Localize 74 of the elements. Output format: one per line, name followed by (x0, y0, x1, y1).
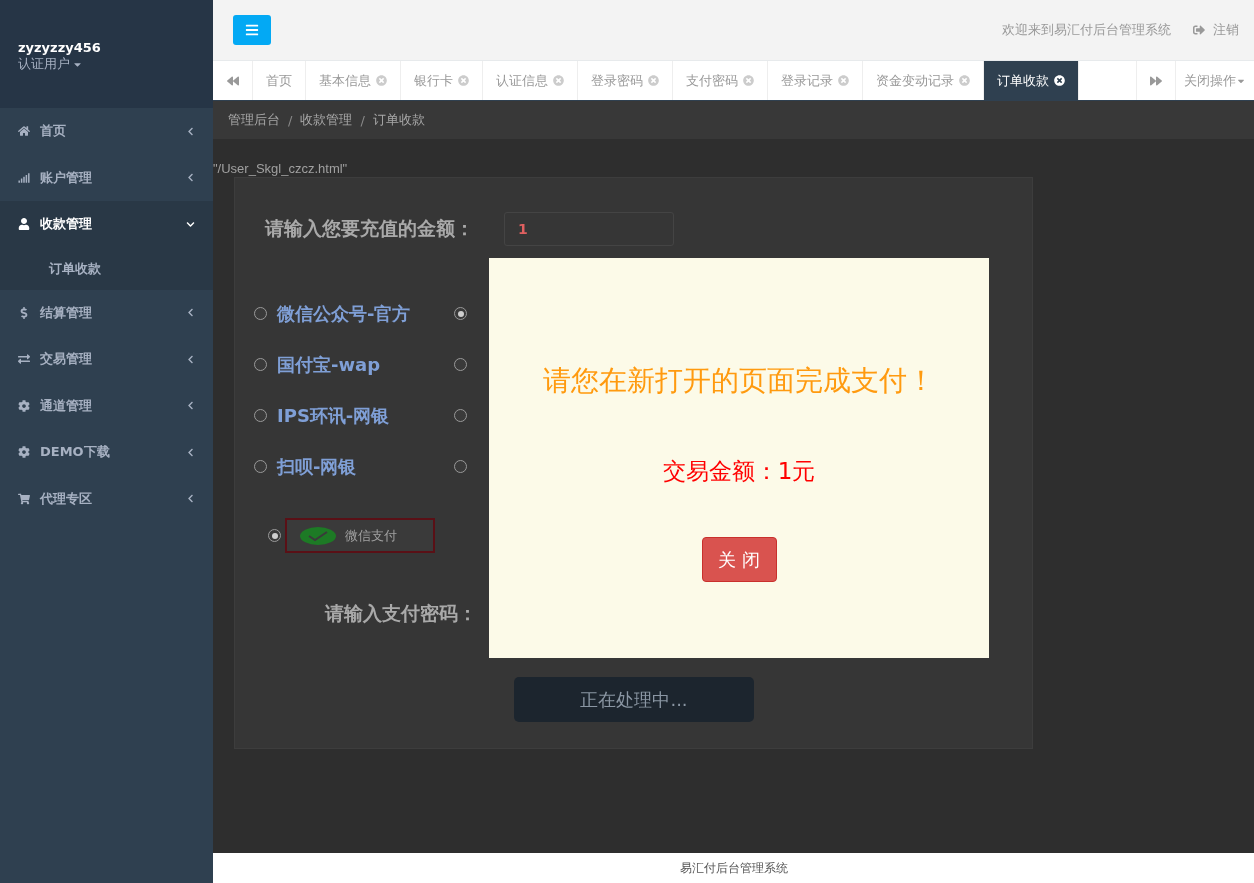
chevron-icon (186, 173, 195, 183)
radio-button[interactable] (254, 409, 267, 422)
scroll-right-button[interactable] (1136, 61, 1176, 100)
wechat-pay-option[interactable]: 微信支付 (285, 518, 435, 553)
welcome-text: 欢迎来到易汇付后台管理系统 (1002, 21, 1171, 39)
logout-icon (1193, 24, 1205, 36)
breadcrumb-item[interactable]: 订单收款 (372, 111, 425, 129)
home-icon (18, 125, 30, 138)
radio-button[interactable] (454, 409, 467, 422)
radio-button[interactable] (268, 529, 281, 542)
sidebar-item[interactable]: 通道管理 (0, 382, 213, 429)
menu-label: 账户管理 (40, 168, 93, 187)
menu-label: 代理专区 (40, 489, 93, 508)
menu-label: 通道管理 (40, 396, 93, 415)
menu-button[interactable] (233, 15, 271, 45)
path-text: "/User_Skgl_czcz.html" (213, 161, 349, 177)
sidebar-item[interactable]: 代理专区 (0, 475, 213, 522)
chevron-icon (186, 354, 195, 364)
dialog-message: 请您在新打开的页面完成支付！ (543, 363, 935, 399)
sidebar-item[interactable]: 结算管理 (0, 289, 213, 336)
fast-forward-icon (1150, 74, 1162, 87)
payment-option-label: IPS环讯-网银 (277, 403, 390, 428)
signal-icon (18, 171, 30, 184)
breadcrumb-item[interactable]: 管理后台 (228, 111, 280, 129)
footer-text: 易汇付后台管理系统 (679, 859, 788, 877)
chevron-icon (186, 447, 195, 457)
menu-label: DEMO下载 (40, 443, 111, 462)
radio-button[interactable] (454, 358, 467, 371)
amount-label: 请输入您要充值的金额： (265, 216, 474, 241)
chevron-icon (186, 401, 195, 411)
radio-button[interactable] (454, 460, 467, 473)
exchange-icon (18, 353, 30, 366)
breadcrumb-separator: / (288, 112, 293, 128)
submenu-item[interactable]: 订单收款 (0, 247, 213, 290)
menu-label: 收款管理 (40, 215, 93, 234)
breadcrumb-item[interactable]: 收款管理 (300, 111, 353, 129)
menu-icon (245, 23, 259, 37)
menu-label: 交易管理 (40, 350, 93, 369)
chevron-icon (186, 494, 195, 504)
chevron-icon (186, 219, 195, 229)
payment-option-label: 国付宝-wap (277, 352, 381, 377)
wechat-pay-label: 微信支付 (345, 526, 397, 545)
sidebar-item[interactable]: DEMO下载 (0, 429, 213, 476)
cart-icon (18, 492, 30, 505)
sidebar-item[interactable]: 交易管理 (0, 336, 213, 383)
rewind-icon (226, 74, 239, 87)
user-icon (18, 218, 30, 231)
chevron-icon (186, 126, 195, 136)
user-name: zyzyzzy456 (18, 40, 102, 55)
amount-input[interactable]: 1 (504, 212, 674, 246)
payment-option-label: 扫呗-网银 (277, 454, 357, 479)
tab[interactable]: 订单收款 (984, 61, 1079, 100)
close-button[interactable]: 关 闭 (701, 537, 777, 582)
chat-bubble-icon (299, 525, 337, 546)
radio-button[interactable] (254, 358, 267, 371)
close-icon[interactable] (1054, 75, 1065, 86)
breadcrumb-separator: / (360, 112, 365, 128)
settings-icon (18, 446, 30, 459)
menu-label: 结算管理 (40, 303, 93, 322)
logout-link[interactable]: 注销 (1193, 21, 1239, 39)
chevron-icon (186, 308, 195, 318)
sidebar-item[interactable]: 收款管理 (0, 201, 213, 248)
transaction-amount: 交易金额：1元 (662, 457, 816, 486)
settings-icon (18, 399, 30, 412)
sidebar-item[interactable]: 账户管理 (0, 154, 213, 201)
dollar-icon (18, 306, 30, 319)
radio-button[interactable] (254, 307, 267, 320)
radio-button[interactable] (254, 460, 267, 473)
menu-label: 首页 (40, 122, 67, 141)
payment-option-label: 微信公众号-官方 (277, 301, 411, 326)
sidebar-item[interactable]: 首页 (0, 108, 213, 155)
password-label: 请输入支付密码： (325, 602, 477, 624)
user-role-dropdown[interactable]: 认证用户 (18, 55, 195, 73)
radio-button[interactable] (454, 307, 467, 320)
